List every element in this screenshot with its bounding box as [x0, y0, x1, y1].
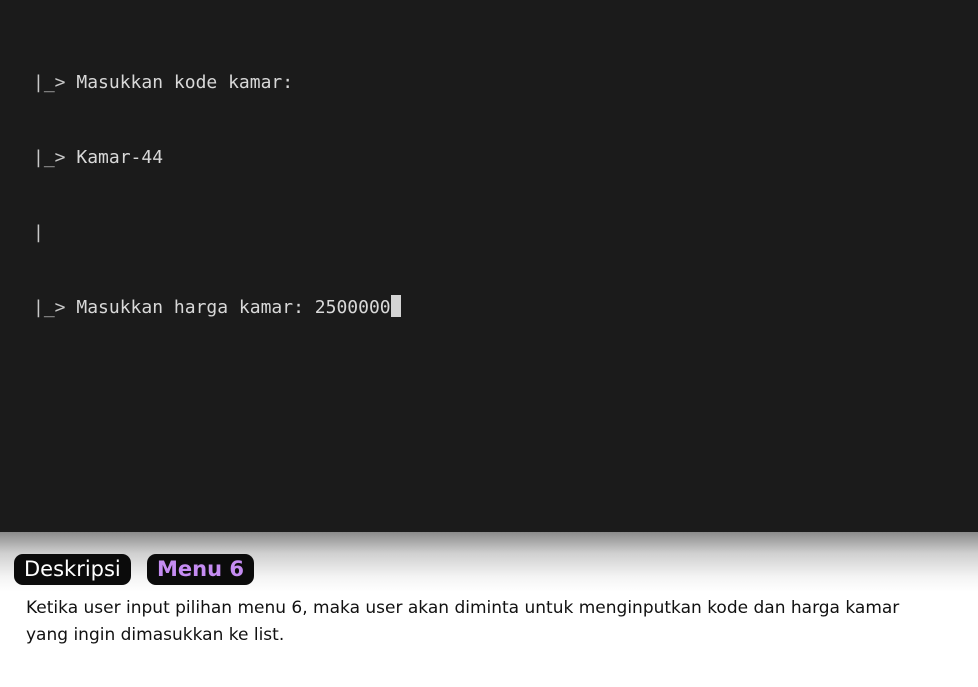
terminal-line: |_> Masukkan kode kamar: — [33, 70, 401, 95]
prompt-text: Masukkan kode kamar: — [76, 72, 294, 93]
description-text: Ketika user input pilihan menu 6, maka u… — [26, 598, 900, 645]
prompt-prefix: |_> — [33, 72, 77, 93]
terminal-line: |_> Kamar-44 — [33, 145, 401, 170]
terminal-output: |_> Masukkan kode kamar: |_> Kamar-44 | … — [33, 20, 401, 370]
terminal-line: | — [33, 220, 401, 245]
description-badge: Deskripsi — [14, 554, 131, 585]
prompt-prefix: |_> — [33, 297, 77, 318]
terminal-line[interactable]: |_> Masukkan harga kamar: 2500000 — [33, 295, 401, 320]
price-input[interactable]: Masukkan harga kamar: 2500000 — [76, 297, 390, 318]
prompt-prefix: | — [33, 222, 44, 243]
prompt-prefix: |_> — [33, 147, 77, 168]
menu-badge: Menu 6 — [147, 554, 254, 585]
terminal-window: |_> Masukkan kode kamar: |_> Kamar-44 | … — [0, 0, 978, 532]
text-cursor — [390, 295, 401, 317]
input-value: Kamar-44 — [76, 147, 164, 168]
